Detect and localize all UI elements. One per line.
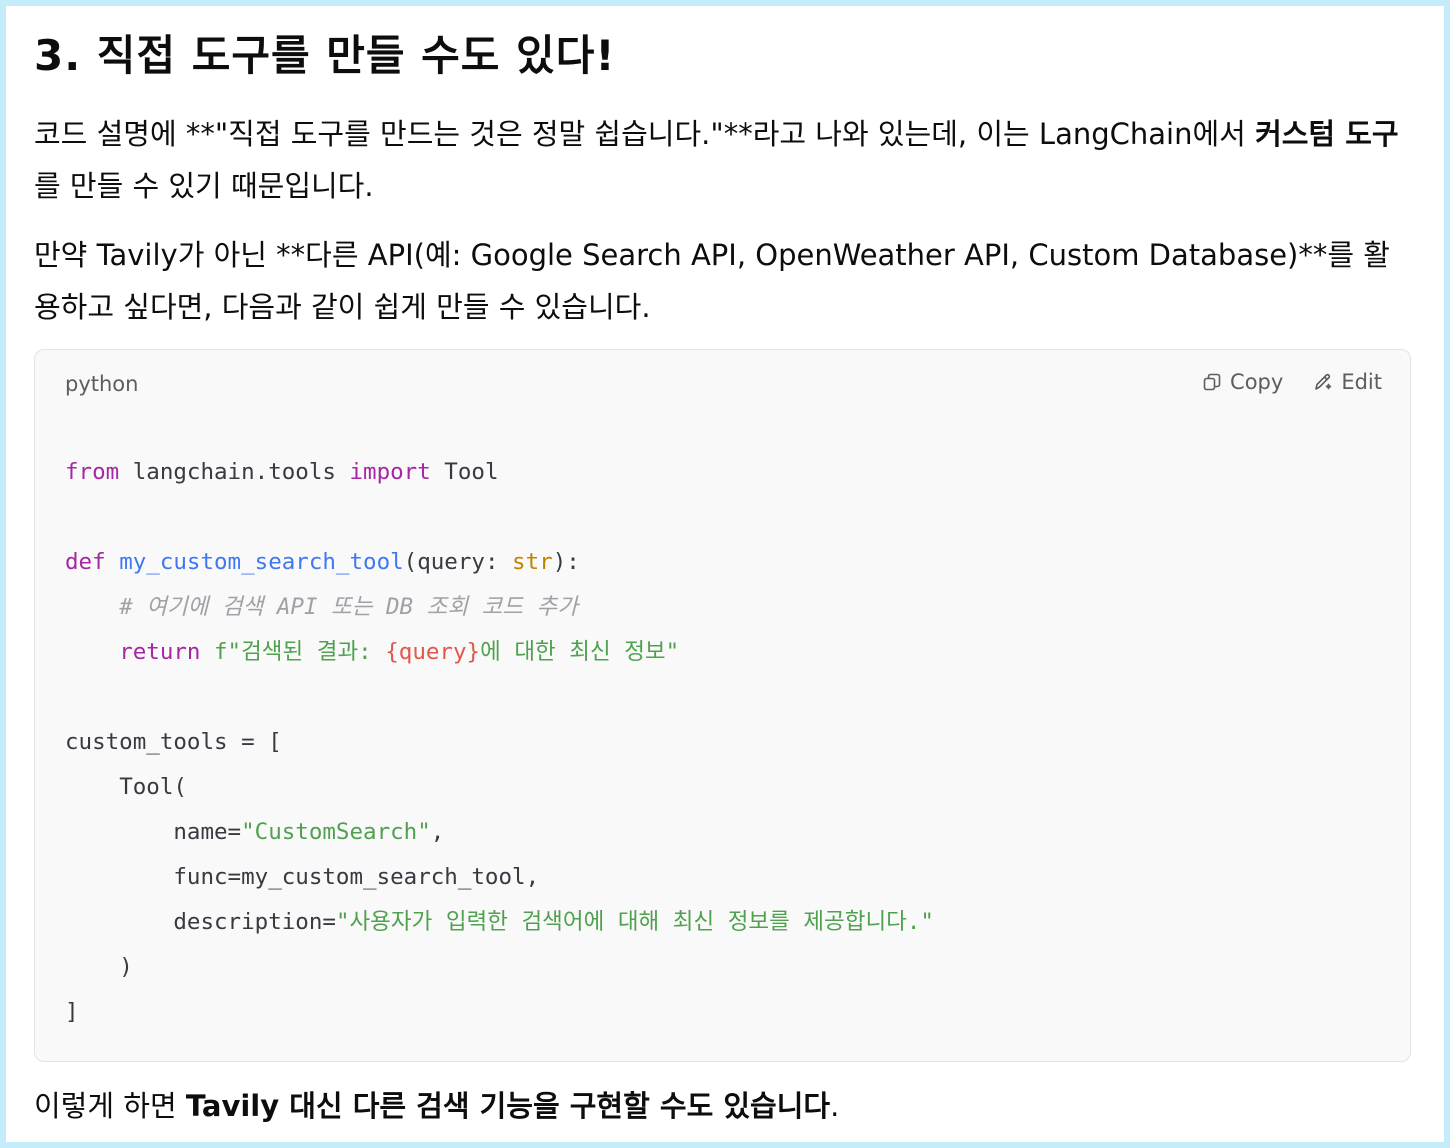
code-actions: Copy Edit [1202, 370, 1382, 394]
paragraph-conclusion-tail: . [830, 1089, 840, 1123]
code-token: my_custom_search_tool [119, 549, 404, 575]
code-token: Tool( [119, 774, 187, 800]
paragraph-api: 만약 Tavily가 아닌 **다른 API(예: Google Search … [34, 238, 1390, 324]
code-token: "CustomSearch" [241, 819, 431, 845]
paragraph-intro-bold: 커스텀 도구 [1255, 117, 1399, 151]
code-token: langchain.tools [119, 459, 350, 485]
edit-label: Edit [1341, 370, 1382, 394]
code-comment: # 여기에 검색 API 또는 DB 조회 코드 추가 [119, 594, 578, 620]
code-language-label: python [65, 372, 139, 396]
code-token: def [65, 549, 106, 575]
code-token: custom_tools = [ [65, 729, 282, 755]
pencil-edit-icon [1315, 373, 1332, 390]
paragraph-conclusion-text: 이렇게 하면 [34, 1089, 186, 1123]
code-token: Tool [430, 459, 499, 485]
paragraph-intro: 코드 설명에 **"직접 도구를 만드는 것은 정말 쉽습니다."**라고 나와… [34, 108, 1412, 212]
code-token: description= [173, 909, 336, 935]
code-token: return [119, 639, 201, 665]
code-token: , [430, 819, 445, 845]
code-token: (query: [403, 549, 513, 575]
copy-button[interactable]: Copy [1202, 370, 1283, 394]
code-block: python Copy Edit from langchain.tools im… [34, 349, 1411, 1062]
paragraph-conclusion: 이렇게 하면 Tavily 대신 다른 검색 기능을 구현할 수도 있습니다. [34, 1080, 1412, 1132]
paragraph-intro-text: 코드 설명에 **"직접 도구를 만드는 것은 정말 쉽습니다."**라고 나와… [34, 117, 1256, 151]
code-token: f"검색된 결과: [214, 639, 386, 665]
section-heading: 3. 직접 도구를 만들 수도 있다! [34, 31, 616, 80]
code-content: from langchain.tools import Tool def my_… [65, 450, 934, 1035]
code-token: name= [173, 819, 242, 845]
code-token: ] [65, 999, 79, 1025]
code-token: ) [119, 954, 133, 980]
code-token: str [512, 549, 553, 575]
edit-button[interactable]: Edit [1313, 370, 1382, 394]
paragraph-intro-tail: 를 만들 수 있기 때문입니다. [34, 169, 374, 203]
paragraph-conclusion-bold: Tavily 대신 다른 검색 기능을 구현할 수도 있습니다 [185, 1089, 831, 1123]
code-token: 에 대한 최신 정보" [480, 639, 680, 665]
code-token: import [349, 459, 431, 485]
code-token: "사용자가 입력한 검색어에 대해 최신 정보를 제공합니다." [335, 909, 934, 935]
copy-icon [1203, 373, 1221, 391]
copy-label: Copy [1230, 370, 1284, 394]
code-token: from [65, 459, 120, 485]
code-token: {query} [385, 639, 481, 665]
code-token: ): [552, 549, 580, 575]
code-token: func=my_custom_search_tool, [173, 864, 540, 890]
